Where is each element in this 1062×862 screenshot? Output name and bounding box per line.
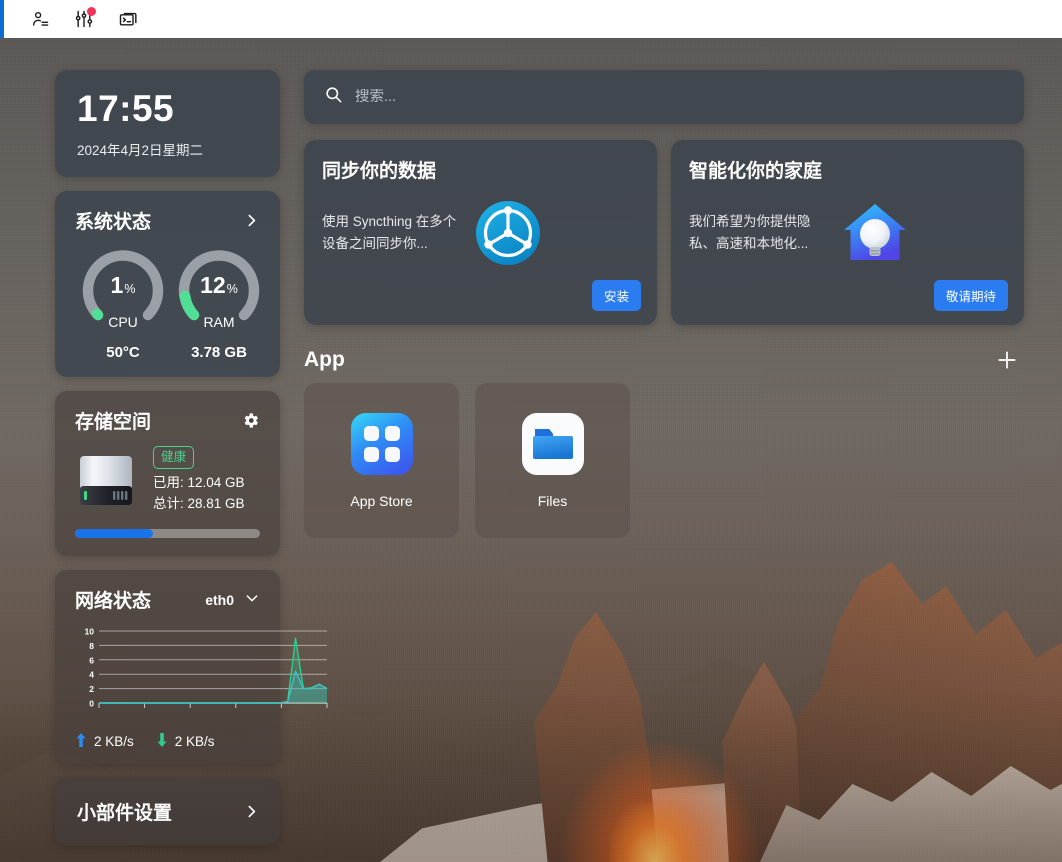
- network-header: 网络状态 eth0: [75, 586, 260, 613]
- storage-header: 存储空间: [75, 407, 260, 434]
- promo-title: 智能化你的家庭: [689, 161, 823, 182]
- svg-text:10: 10: [85, 627, 95, 637]
- ram-label: RAM: [203, 314, 235, 330]
- storage-used: 已用: 12.04 GB: [153, 475, 245, 491]
- main-content: 同步你的数据 使用 Syncthing 在多个设备之间同步你...: [296, 38, 1062, 862]
- promo-coming-soon-button[interactable]: 敬请期待: [933, 280, 1008, 311]
- files-folder-icon: [521, 412, 584, 475]
- settings-sliders-button[interactable]: [62, 0, 106, 38]
- terminal-console-icon: [118, 9, 138, 29]
- widget-sidebar: 17:55 2024年4月2日星期二 系统状态 1% CPU 50°C 12% …: [0, 38, 328, 862]
- widget-settings-button[interactable]: 小部件设置: [55, 778, 280, 846]
- terminal-button[interactable]: [106, 0, 150, 38]
- disk-illustration: [75, 450, 137, 512]
- svg-text:2: 2: [89, 684, 94, 694]
- clock-widget[interactable]: 17:55 2024年4月2日星期二: [55, 70, 280, 177]
- cpu-value: 1%: [110, 272, 136, 298]
- storage-progress-track: [75, 529, 260, 539]
- promo-card-smart-home[interactable]: 智能化你的家庭 我们希望为你提供隐私、高速和本地化... 敬请期待: [671, 140, 1024, 325]
- storage-title: 存储空间: [75, 412, 152, 433]
- network-rates: 2 KB/s 2 KB/s: [75, 733, 260, 750]
- ram-gauge-wrap: 12% RAM 3.78 GB: [171, 242, 267, 361]
- search-icon: [324, 85, 343, 109]
- app-store-icon: [350, 412, 413, 475]
- chevron-right-icon[interactable]: [242, 803, 260, 821]
- ram-value: 12%: [200, 272, 238, 298]
- system-status-header: 系统状态: [75, 207, 260, 234]
- chevron-down-icon: [244, 590, 260, 609]
- svg-text:6: 6: [89, 656, 94, 666]
- widget-settings-label: 小部件设置: [77, 803, 173, 825]
- search-input[interactable]: [355, 89, 1004, 105]
- svg-text:4: 4: [89, 670, 94, 680]
- storage-progress-fill: [75, 529, 153, 539]
- network-title: 网络状态: [75, 591, 152, 613]
- network-traffic-chart: 0 2 4 6 8 10: [75, 627, 328, 719]
- notification-badge: [87, 7, 96, 16]
- storage-widget[interactable]: 存储空间 健康 已用: 12.04 GB 总计: 28.81 GB: [55, 391, 280, 557]
- network-interface-selector[interactable]: eth0: [205, 590, 260, 609]
- promo-title: 同步你的数据: [322, 161, 437, 182]
- promo-cards: 同步你的数据 使用 Syncthing 在多个设备之间同步你... 安装 智能化…: [304, 140, 1024, 325]
- add-app-button[interactable]: [994, 347, 1020, 373]
- toolbar-accent-stripe: [0, 0, 4, 38]
- search-bar[interactable]: [304, 70, 1024, 124]
- app-grid: App Store Files: [304, 383, 1024, 538]
- svg-text:8: 8: [89, 641, 94, 651]
- gear-icon[interactable]: [241, 411, 260, 430]
- app-section-title: App: [304, 348, 345, 371]
- clock-time: 17:55: [77, 88, 175, 129]
- promo-body: 使用 Syncthing 在多个设备之间同步你...: [322, 197, 639, 269]
- arrow-up-icon: [75, 733, 87, 750]
- storage-body: 健康 已用: 12.04 GB 总计: 28.81 GB: [75, 446, 260, 515]
- promo-description: 我们希望为你提供隐私、高速和本地化...: [689, 214, 811, 251]
- smart-home-icon: [839, 197, 911, 269]
- promo-description: 使用 Syncthing 在多个设备之间同步你...: [322, 214, 457, 251]
- ram-gauge: 12% RAM: [171, 242, 267, 338]
- user-account-icon: [31, 10, 50, 29]
- network-interface-value: eth0: [205, 591, 234, 608]
- storage-health-badge: 健康: [153, 446, 195, 470]
- download-value: 2 KB/s: [174, 734, 215, 750]
- cpu-gauge: 1% CPU: [75, 242, 171, 338]
- chevron-right-icon[interactable]: [242, 212, 260, 230]
- promo-card-syncthing[interactable]: 同步你的数据 使用 Syncthing 在多个设备之间同步你... 安装: [304, 140, 657, 325]
- cpu-label: CPU: [108, 314, 138, 330]
- promo-body: 我们希望为你提供隐私、高速和本地化...: [689, 197, 1006, 269]
- app-label: App Store: [350, 492, 413, 509]
- storage-info: 健康 已用: 12.04 GB 总计: 28.81 GB: [153, 446, 245, 515]
- download-rate: 2 KB/s: [156, 733, 215, 750]
- app-label: Files: [537, 492, 568, 509]
- upload-rate: 2 KB/s: [75, 733, 134, 750]
- system-status-widget[interactable]: 系统状态 1% CPU 50°C 12% RAM 3.78 GB: [55, 191, 280, 377]
- ram-total: 3.78 GB: [191, 344, 247, 361]
- cpu-gauge-wrap: 1% CPU 50°C: [75, 242, 171, 361]
- app-tile-app-store[interactable]: App Store: [304, 383, 459, 538]
- user-account-button[interactable]: [18, 0, 62, 38]
- clock-date: 2024年4月2日星期二: [77, 143, 204, 158]
- app-tile-files[interactable]: Files: [475, 383, 630, 538]
- system-gauges: 1% CPU 50°C 12% RAM 3.78 GB: [75, 242, 260, 361]
- cpu-temperature: 50°C: [106, 344, 140, 361]
- system-status-title: 系统状态: [75, 212, 152, 233]
- top-toolbar: [0, 0, 1062, 38]
- network-widget[interactable]: 网络状态 eth0 0 2 4 6 8 10 2 KB/s 2 KB/s: [55, 570, 328, 765]
- storage-total: 总计: 28.81 GB: [153, 496, 245, 512]
- upload-value: 2 KB/s: [94, 734, 134, 750]
- svg-text:0: 0: [89, 699, 94, 709]
- promo-install-button[interactable]: 安装: [591, 280, 641, 311]
- arrow-down-icon: [156, 733, 168, 750]
- app-section-header: App: [304, 347, 1024, 373]
- syncthing-icon: [472, 197, 544, 269]
